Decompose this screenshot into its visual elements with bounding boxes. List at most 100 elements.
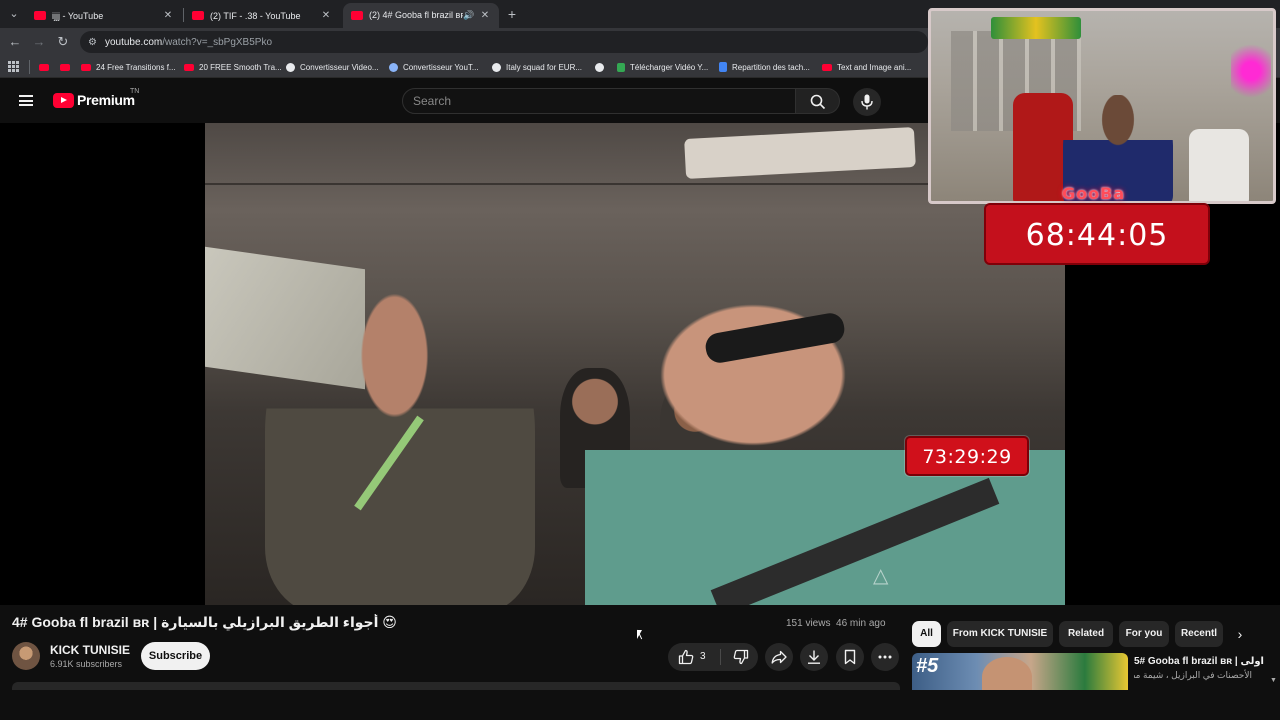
- save-button[interactable]: [836, 643, 864, 671]
- chip-recently-uploaded[interactable]: Recentl: [1175, 621, 1223, 647]
- white-chair: [1189, 129, 1249, 201]
- tab-search-chevron-icon[interactable]: ⌄: [6, 6, 22, 22]
- thumbnail-face: [982, 657, 1032, 690]
- tab-label: (2) 4# Gooba fl brazil ʙʀ | أ: [369, 10, 463, 20]
- upload-age: 46 min ago: [836, 618, 886, 629]
- thumbnail-episode-number: #5: [916, 655, 939, 677]
- apps-grid-icon[interactable]: [8, 61, 19, 72]
- voice-search-button[interactable]: [853, 88, 881, 116]
- site-info-icon[interactable]: ⚙: [88, 37, 97, 48]
- close-icon[interactable]: ✕: [320, 10, 332, 21]
- forward-arrow-icon[interactable]: →: [31, 34, 47, 50]
- url-text: youtube.com/watch?v=_sbPgXB5Pko: [105, 37, 272, 48]
- bookmark-italy-squad[interactable]: Italy squad for EUR...: [492, 59, 582, 75]
- download-button[interactable]: [800, 643, 828, 671]
- youtube-premium-logo[interactable]: Premium TN: [53, 88, 139, 108]
- bookmark-youtube-2[interactable]: [60, 59, 75, 75]
- youtube-icon: [39, 63, 49, 71]
- tab-3-active[interactable]: (2) 4# Gooba fl brazil ʙʀ | أ 🔊 ✕: [343, 3, 499, 28]
- more-actions-button[interactable]: [871, 643, 899, 671]
- search-button[interactable]: [796, 88, 840, 114]
- bookmark-label: Convertisseur Video...: [300, 62, 379, 72]
- bookmark-smooth-transitions[interactable]: 20 FREE Smooth Tra...: [184, 59, 282, 75]
- youtube-play-icon: [53, 92, 74, 108]
- bookmark-repartition[interactable]: Repartition des tach...: [719, 59, 810, 75]
- url-host: youtube.com: [104, 36, 163, 48]
- bookmark-label: 24 Free Transitions f...: [96, 62, 176, 72]
- globe-icon: [595, 62, 604, 72]
- bookmark-convertisseur-video[interactable]: Convertisseur Video...: [286, 59, 379, 75]
- bookmarks-divider: [29, 60, 30, 74]
- bookmark-convertisseur-youtube[interactable]: Convertisseur YouT...: [389, 59, 479, 75]
- chip-related[interactable]: Related: [1059, 621, 1113, 647]
- youtube-favicon-icon: [34, 11, 46, 20]
- bookmark-transitions[interactable]: 24 Free Transitions f...: [81, 59, 176, 75]
- webcam-banner: [991, 17, 1081, 39]
- speaker-icon[interactable]: 🔊: [463, 10, 475, 21]
- converter-icon: [389, 62, 398, 72]
- mouse-cursor-icon: [637, 630, 642, 639]
- stream-timer-overlay: 68:44:05: [984, 203, 1210, 265]
- logo-text: Premium: [77, 92, 135, 108]
- bookmark-label: Télécharger Vidéo Y...: [630, 62, 709, 72]
- download-icon: [617, 62, 625, 72]
- google-icon: [286, 62, 295, 72]
- menu-hamburger-icon[interactable]: [19, 95, 33, 106]
- share-button[interactable]: [765, 643, 793, 671]
- subscribe-button[interactable]: Subscribe: [141, 642, 210, 670]
- recommended-video-title[interactable]: 5# Gooba fl brazil ʙʀ | اولى: [1134, 655, 1274, 669]
- globe-icon: [492, 62, 501, 72]
- youtube-favicon-icon: [192, 11, 204, 20]
- youtube-icon: [822, 63, 832, 71]
- scroll-down-arrow-icon[interactable]: ▼: [1270, 677, 1277, 684]
- like-count: 3: [700, 651, 706, 662]
- bookmark-label: Repartition des tach...: [732, 62, 810, 72]
- chevron-right-icon[interactable]: ›: [1232, 626, 1248, 642]
- bookmark-telecharger-video[interactable]: Télécharger Vidéo Y...: [617, 59, 708, 75]
- streamer-webcam-overlay: [928, 8, 1276, 204]
- like-button[interactable]: 3: [668, 643, 720, 671]
- bookmark-youtube-1[interactable]: [39, 59, 54, 75]
- recommended-video-thumbnail[interactable]: #5: [912, 653, 1128, 690]
- download-icon: [808, 650, 820, 664]
- back-arrow-icon[interactable]: ←: [7, 34, 23, 50]
- close-icon[interactable]: ✕: [162, 10, 174, 21]
- channel-name[interactable]: KICK TUNISIE: [50, 643, 130, 657]
- subscriber-count: 6.91K subscribers: [50, 659, 123, 669]
- bookmark-label: 20 FREE Smooth Tra...: [199, 62, 282, 72]
- bookmark-label: Text and Image ani...: [837, 62, 912, 72]
- video-title: 4# Gooba fl brazil ʙʀ | أجواء الطريق الب…: [12, 614, 397, 630]
- chip-from-channel[interactable]: From KICK TUNISIE: [947, 621, 1053, 647]
- tab-label: (2) TIF - .38 - YouTube: [210, 10, 301, 21]
- chip-for-you[interactable]: For you: [1119, 621, 1169, 647]
- region-code: TN: [130, 88, 140, 95]
- related-filter-chips: All From KICK TUNISIE Related For you Re…: [912, 621, 1280, 647]
- search-box[interactable]: [402, 88, 796, 114]
- thumbs-up-icon: [678, 649, 694, 665]
- neon-light: [1231, 31, 1271, 111]
- search-icon: [810, 94, 826, 110]
- video-timer-overlay: 73:29:29: [905, 436, 1029, 476]
- new-tab-plus-icon[interactable]: +: [504, 6, 520, 22]
- share-icon: [771, 650, 787, 664]
- chip-all[interactable]: All: [912, 621, 941, 647]
- reload-icon[interactable]: ↻: [55, 34, 71, 50]
- thumbs-down-icon: [733, 649, 749, 665]
- streamer-name-logo: GooBa: [1062, 184, 1126, 203]
- dislike-button[interactable]: [721, 643, 758, 671]
- bookmark-globe[interactable]: [595, 59, 609, 75]
- close-icon[interactable]: ✕: [479, 10, 491, 21]
- channel-avatar[interactable]: [12, 642, 40, 670]
- microphone-icon: [861, 94, 873, 110]
- description-box[interactable]: [12, 682, 900, 690]
- more-horizontal-icon: [878, 655, 892, 659]
- bookmark-label: Italy squad for EUR...: [506, 62, 583, 72]
- bookmark-text-image[interactable]: Text and Image ani...: [822, 59, 911, 75]
- youtube-favicon-icon: [351, 11, 363, 20]
- bookmark-label: Convertisseur YouT...: [403, 62, 479, 72]
- recommended-video-subtitle: الأحصنات في البرازيل ، شيمة مضحكة: [1134, 670, 1252, 680]
- tab-2[interactable]: (2) TIF - .38 - YouTube ✕: [184, 3, 340, 28]
- address-bar[interactable]: ⚙ youtube.com/watch?v=_sbPgXB5Pko: [80, 31, 928, 53]
- search-input[interactable]: [413, 93, 783, 109]
- tab-1[interactable]: ijjj - YouTube ✕: [26, 3, 182, 28]
